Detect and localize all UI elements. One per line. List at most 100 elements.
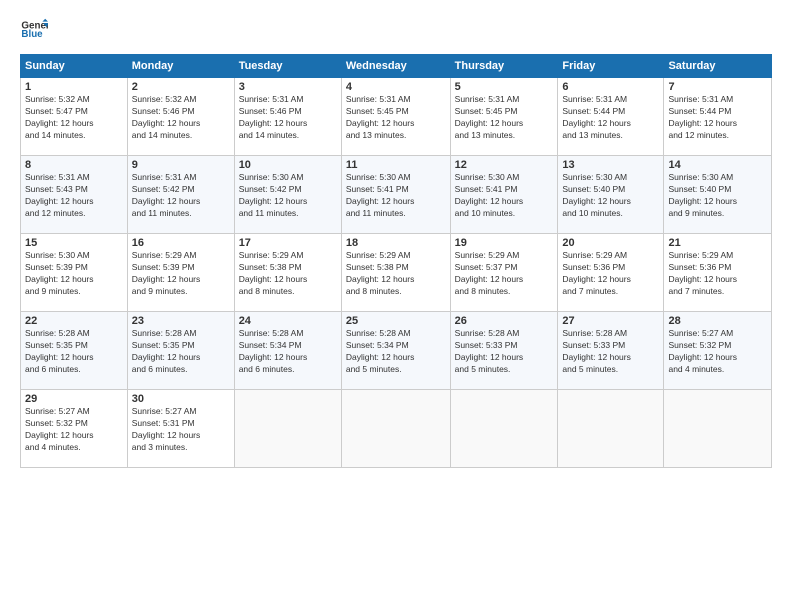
calendar-week-3: 15Sunrise: 5:30 AMSunset: 5:39 PMDayligh… xyxy=(21,234,772,312)
day-info: Sunrise: 5:28 AMSunset: 5:33 PMDaylight:… xyxy=(562,328,659,376)
calendar-cell: 24Sunrise: 5:28 AMSunset: 5:34 PMDayligh… xyxy=(234,312,341,390)
day-number: 14 xyxy=(668,159,767,171)
page: General Blue SundayMondayTuesdayWednesda… xyxy=(0,0,792,612)
header: General Blue xyxy=(20,16,772,44)
day-number: 16 xyxy=(132,237,230,249)
day-info: Sunrise: 5:30 AMSunset: 5:39 PMDaylight:… xyxy=(25,250,123,298)
day-info: Sunrise: 5:30 AMSunset: 5:41 PMDaylight:… xyxy=(346,172,446,220)
day-number: 2 xyxy=(132,81,230,93)
day-number: 10 xyxy=(239,159,337,171)
calendar-cell: 10Sunrise: 5:30 AMSunset: 5:42 PMDayligh… xyxy=(234,156,341,234)
day-number: 11 xyxy=(346,159,446,171)
day-number: 19 xyxy=(455,237,554,249)
calendar-cell: 14Sunrise: 5:30 AMSunset: 5:40 PMDayligh… xyxy=(664,156,772,234)
day-info: Sunrise: 5:28 AMSunset: 5:35 PMDaylight:… xyxy=(132,328,230,376)
day-info: Sunrise: 5:32 AMSunset: 5:47 PMDaylight:… xyxy=(25,94,123,142)
calendar-cell: 12Sunrise: 5:30 AMSunset: 5:41 PMDayligh… xyxy=(450,156,558,234)
day-number: 25 xyxy=(346,315,446,327)
day-number: 13 xyxy=(562,159,659,171)
day-info: Sunrise: 5:31 AMSunset: 5:42 PMDaylight:… xyxy=(132,172,230,220)
day-info: Sunrise: 5:32 AMSunset: 5:46 PMDaylight:… xyxy=(132,94,230,142)
col-header-thursday: Thursday xyxy=(450,55,558,78)
col-header-sunday: Sunday xyxy=(21,55,128,78)
calendar-cell: 16Sunrise: 5:29 AMSunset: 5:39 PMDayligh… xyxy=(127,234,234,312)
day-info: Sunrise: 5:29 AMSunset: 5:38 PMDaylight:… xyxy=(239,250,337,298)
day-info: Sunrise: 5:29 AMSunset: 5:37 PMDaylight:… xyxy=(455,250,554,298)
day-info: Sunrise: 5:31 AMSunset: 5:45 PMDaylight:… xyxy=(346,94,446,142)
day-number: 9 xyxy=(132,159,230,171)
day-number: 15 xyxy=(25,237,123,249)
day-info: Sunrise: 5:30 AMSunset: 5:41 PMDaylight:… xyxy=(455,172,554,220)
day-info: Sunrise: 5:28 AMSunset: 5:34 PMDaylight:… xyxy=(239,328,337,376)
day-info: Sunrise: 5:28 AMSunset: 5:34 PMDaylight:… xyxy=(346,328,446,376)
day-number: 17 xyxy=(239,237,337,249)
day-info: Sunrise: 5:27 AMSunset: 5:32 PMDaylight:… xyxy=(668,328,767,376)
day-number: 22 xyxy=(25,315,123,327)
calendar-table: SundayMondayTuesdayWednesdayThursdayFrid… xyxy=(20,54,772,468)
calendar-cell: 27Sunrise: 5:28 AMSunset: 5:33 PMDayligh… xyxy=(558,312,664,390)
day-info: Sunrise: 5:31 AMSunset: 5:43 PMDaylight:… xyxy=(25,172,123,220)
day-number: 8 xyxy=(25,159,123,171)
day-number: 26 xyxy=(455,315,554,327)
day-info: Sunrise: 5:29 AMSunset: 5:39 PMDaylight:… xyxy=(132,250,230,298)
col-header-tuesday: Tuesday xyxy=(234,55,341,78)
day-number: 1 xyxy=(25,81,123,93)
calendar-cell: 26Sunrise: 5:28 AMSunset: 5:33 PMDayligh… xyxy=(450,312,558,390)
calendar-cell: 5Sunrise: 5:31 AMSunset: 5:45 PMDaylight… xyxy=(450,78,558,156)
day-info: Sunrise: 5:30 AMSunset: 5:40 PMDaylight:… xyxy=(668,172,767,220)
day-info: Sunrise: 5:29 AMSunset: 5:36 PMDaylight:… xyxy=(562,250,659,298)
day-number: 3 xyxy=(239,81,337,93)
calendar-cell: 23Sunrise: 5:28 AMSunset: 5:35 PMDayligh… xyxy=(127,312,234,390)
calendar-cell: 15Sunrise: 5:30 AMSunset: 5:39 PMDayligh… xyxy=(21,234,128,312)
calendar-week-1: 1Sunrise: 5:32 AMSunset: 5:47 PMDaylight… xyxy=(21,78,772,156)
calendar-header-row: SundayMondayTuesdayWednesdayThursdayFrid… xyxy=(21,55,772,78)
calendar-cell: 13Sunrise: 5:30 AMSunset: 5:40 PMDayligh… xyxy=(558,156,664,234)
day-number: 18 xyxy=(346,237,446,249)
day-number: 28 xyxy=(668,315,767,327)
calendar-cell: 6Sunrise: 5:31 AMSunset: 5:44 PMDaylight… xyxy=(558,78,664,156)
calendar-cell: 3Sunrise: 5:31 AMSunset: 5:46 PMDaylight… xyxy=(234,78,341,156)
calendar-cell: 28Sunrise: 5:27 AMSunset: 5:32 PMDayligh… xyxy=(664,312,772,390)
calendar-cell: 21Sunrise: 5:29 AMSunset: 5:36 PMDayligh… xyxy=(664,234,772,312)
day-number: 23 xyxy=(132,315,230,327)
day-number: 27 xyxy=(562,315,659,327)
calendar-cell: 17Sunrise: 5:29 AMSunset: 5:38 PMDayligh… xyxy=(234,234,341,312)
day-info: Sunrise: 5:29 AMSunset: 5:36 PMDaylight:… xyxy=(668,250,767,298)
day-info: Sunrise: 5:28 AMSunset: 5:35 PMDaylight:… xyxy=(25,328,123,376)
day-number: 29 xyxy=(25,393,123,405)
col-header-friday: Friday xyxy=(558,55,664,78)
calendar-cell: 29Sunrise: 5:27 AMSunset: 5:32 PMDayligh… xyxy=(21,390,128,468)
calendar-cell: 11Sunrise: 5:30 AMSunset: 5:41 PMDayligh… xyxy=(341,156,450,234)
calendar-cell: 18Sunrise: 5:29 AMSunset: 5:38 PMDayligh… xyxy=(341,234,450,312)
logo: General Blue xyxy=(20,16,48,44)
calendar-cell: 9Sunrise: 5:31 AMSunset: 5:42 PMDaylight… xyxy=(127,156,234,234)
calendar-cell: 7Sunrise: 5:31 AMSunset: 5:44 PMDaylight… xyxy=(664,78,772,156)
day-number: 24 xyxy=(239,315,337,327)
day-number: 20 xyxy=(562,237,659,249)
calendar-cell: 2Sunrise: 5:32 AMSunset: 5:46 PMDaylight… xyxy=(127,78,234,156)
calendar-cell xyxy=(558,390,664,468)
day-number: 12 xyxy=(455,159,554,171)
day-info: Sunrise: 5:30 AMSunset: 5:42 PMDaylight:… xyxy=(239,172,337,220)
calendar-cell xyxy=(341,390,450,468)
col-header-wednesday: Wednesday xyxy=(341,55,450,78)
day-info: Sunrise: 5:31 AMSunset: 5:46 PMDaylight:… xyxy=(239,94,337,142)
day-number: 4 xyxy=(346,81,446,93)
calendar-week-5: 29Sunrise: 5:27 AMSunset: 5:32 PMDayligh… xyxy=(21,390,772,468)
calendar-cell: 8Sunrise: 5:31 AMSunset: 5:43 PMDaylight… xyxy=(21,156,128,234)
day-info: Sunrise: 5:30 AMSunset: 5:40 PMDaylight:… xyxy=(562,172,659,220)
calendar-cell: 25Sunrise: 5:28 AMSunset: 5:34 PMDayligh… xyxy=(341,312,450,390)
day-number: 30 xyxy=(132,393,230,405)
day-info: Sunrise: 5:28 AMSunset: 5:33 PMDaylight:… xyxy=(455,328,554,376)
day-info: Sunrise: 5:27 AMSunset: 5:31 PMDaylight:… xyxy=(132,406,230,454)
day-info: Sunrise: 5:31 AMSunset: 5:45 PMDaylight:… xyxy=(455,94,554,142)
day-number: 6 xyxy=(562,81,659,93)
calendar-cell: 22Sunrise: 5:28 AMSunset: 5:35 PMDayligh… xyxy=(21,312,128,390)
day-info: Sunrise: 5:31 AMSunset: 5:44 PMDaylight:… xyxy=(562,94,659,142)
calendar-cell: 1Sunrise: 5:32 AMSunset: 5:47 PMDaylight… xyxy=(21,78,128,156)
day-info: Sunrise: 5:31 AMSunset: 5:44 PMDaylight:… xyxy=(668,94,767,142)
logo-icon: General Blue xyxy=(20,16,48,44)
col-header-saturday: Saturday xyxy=(664,55,772,78)
day-number: 21 xyxy=(668,237,767,249)
calendar-cell xyxy=(450,390,558,468)
